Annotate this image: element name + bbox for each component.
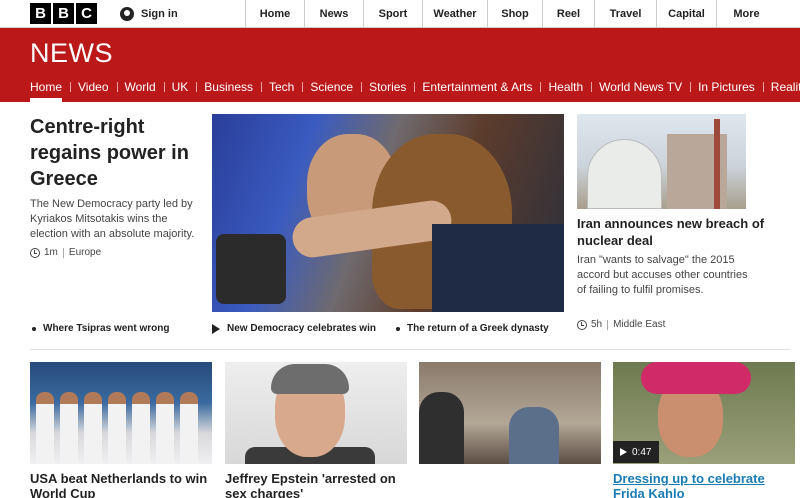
bullet-icon — [396, 326, 400, 331]
chimney-shape — [714, 119, 720, 209]
lead-image[interactable] — [212, 114, 564, 312]
global-nav-sport[interactable]: Sport — [363, 0, 422, 28]
reactor-dome-shape — [587, 139, 662, 209]
user-icon — [120, 7, 134, 21]
video-duration: 0:47 — [632, 446, 652, 458]
side-section-link[interactable]: Middle East — [613, 319, 665, 330]
lead-summary: The New Democracy party led by Kyriakos … — [30, 198, 195, 240]
side-headline[interactable]: Iran announces new breach of nuclear dea… — [577, 215, 767, 249]
side-time: 5h — [591, 319, 603, 330]
section-nav-tech[interactable]: Tech — [261, 76, 302, 102]
lead-headline[interactable]: Centre-right regains power in Greece — [30, 114, 205, 192]
bbc-logo[interactable]: B B C — [30, 3, 97, 24]
flower-crown-shape — [641, 362, 751, 394]
section-nav-in-pictures[interactable]: In Pictures — [690, 76, 763, 102]
meta-divider — [62, 247, 64, 258]
related-link-label: The return of a Greek dynasty — [407, 323, 549, 334]
section-nav-stories[interactable]: Stories — [361, 76, 414, 102]
person-shape — [509, 407, 559, 464]
global-nav: Home News Sport Weather Shop Reel Travel… — [245, 0, 776, 28]
side-summary: Iran "wants to salvage" the 2015 accord … — [577, 254, 748, 296]
related-link-label: New Democracy celebrates win — [227, 323, 376, 334]
section-nav-health[interactable]: Health — [540, 76, 591, 102]
section-nav-world[interactable]: World — [116, 76, 164, 102]
global-nav-shop[interactable]: Shop — [487, 0, 542, 28]
related-link-label: Where Tsipras went wrong — [43, 323, 170, 334]
related-video-link[interactable]: New Democracy celebrates win — [212, 323, 376, 334]
jacket-shape — [432, 224, 564, 312]
global-nav-more[interactable]: More — [716, 0, 776, 28]
signin-label: Sign in — [141, 8, 178, 20]
news-wordmark[interactable]: NEWS — [30, 38, 113, 69]
section-nav: Home Video World UK Business Tech Scienc… — [22, 76, 800, 102]
meta-divider — [607, 319, 609, 330]
camera-shape — [216, 234, 286, 304]
section-nav-world-news-tv[interactable]: World News TV — [591, 76, 690, 102]
global-nav-travel[interactable]: Travel — [594, 0, 656, 28]
bullet-icon — [32, 326, 36, 331]
clock-icon — [577, 319, 587, 330]
section-nav-uk[interactable]: UK — [163, 76, 197, 102]
player-shape — [36, 392, 54, 464]
person-shape — [419, 392, 464, 464]
iran-image[interactable] — [577, 114, 746, 209]
section-nav-home[interactable]: Home — [22, 76, 70, 102]
global-nav-news[interactable]: News — [304, 0, 363, 28]
signin-link[interactable]: Sign in — [120, 0, 178, 28]
side-meta: 5h Middle East — [577, 319, 665, 330]
section-nav-entertainment[interactable]: Entertainment & Arts — [414, 76, 540, 102]
lead-meta: 1m Europe — [30, 247, 101, 258]
related-link[interactable]: Where Tsipras went wrong — [32, 323, 170, 334]
global-nav-home[interactable]: Home — [245, 0, 304, 28]
lead-section-link[interactable]: Europe — [69, 247, 101, 258]
global-nav-capital[interactable]: Capital — [656, 0, 716, 28]
section-nav-science[interactable]: Science — [302, 76, 361, 102]
global-nav-reel[interactable]: Reel — [542, 0, 594, 28]
section-nav-business[interactable]: Business — [196, 76, 261, 102]
hair-shape — [271, 364, 349, 394]
section-nav-reality[interactable]: Reality — [762, 76, 800, 102]
lead-time: 1m — [44, 247, 58, 258]
global-header: B B C Sign in Home News Sport Weather Sh… — [0, 0, 800, 28]
section-divider — [30, 349, 790, 350]
logo-letter: B — [53, 3, 74, 24]
story-headline[interactable]: Jeffrey Epstein 'arrested on sex charges… — [225, 471, 410, 498]
video-duration-badge[interactable]: 0:47 — [613, 441, 659, 463]
player-shape — [84, 392, 102, 464]
news-banner: NEWS Home Video World UK Business Tech S… — [0, 28, 800, 102]
clock-icon — [30, 247, 40, 258]
player-shape — [132, 392, 150, 464]
play-icon — [620, 448, 627, 456]
world-cup-image[interactable] — [30, 362, 212, 464]
logo-letter: C — [76, 3, 97, 24]
player-shape — [60, 392, 78, 464]
logo-letter: B — [30, 3, 51, 24]
player-shape — [108, 392, 126, 464]
related-link[interactable]: The return of a Greek dynasty — [396, 323, 549, 334]
play-icon — [212, 323, 220, 334]
global-nav-weather[interactable]: Weather — [422, 0, 487, 28]
story-headline[interactable]: USA beat Netherlands to win World Cup — [30, 471, 215, 498]
story-headline-link[interactable]: Dressing up to celebrate Frida Kahlo — [613, 471, 798, 498]
gallery-image[interactable] — [419, 362, 601, 464]
player-shape — [180, 392, 198, 464]
epstein-image[interactable] — [225, 362, 407, 464]
section-nav-video[interactable]: Video — [70, 76, 116, 102]
player-shape — [156, 392, 174, 464]
